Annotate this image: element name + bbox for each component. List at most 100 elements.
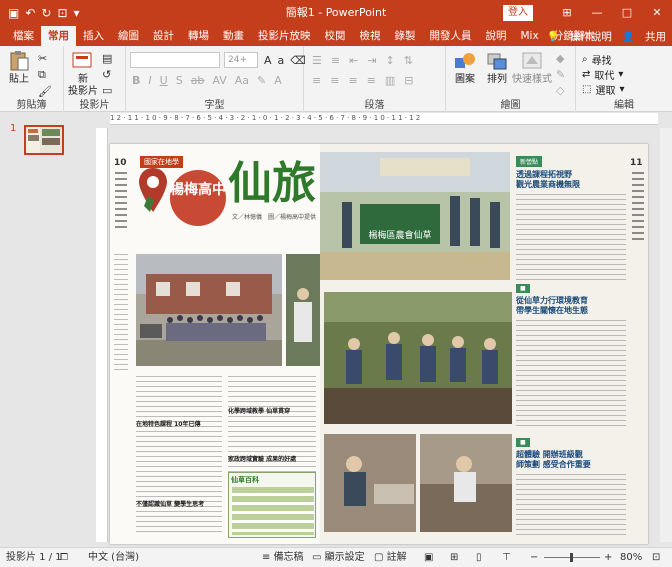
tab-7[interactable]: 投影片放映	[251, 26, 318, 46]
highlight-icon[interactable]: ✎	[257, 74, 266, 87]
zoom-slider-thumb[interactable]	[570, 553, 573, 562]
new-slide-button[interactable]: 新 投影片	[68, 50, 98, 98]
arrange-button[interactable]: 排列	[484, 50, 510, 86]
spellcheck-icon[interactable]: ⧠	[60, 548, 68, 567]
align-right-icon[interactable]: ≡	[348, 74, 357, 87]
share-button[interactable]: 共用	[645, 29, 666, 44]
undo-icon[interactable]: ↶	[25, 5, 35, 21]
school-name-circle: 楊梅高中	[170, 170, 226, 226]
shapes-icon	[455, 53, 475, 68]
tab-8[interactable]: 校閱	[318, 26, 353, 46]
tab-12[interactable]: 說明	[479, 26, 514, 46]
tab-6[interactable]: 動畫	[216, 26, 251, 46]
zoom-level[interactable]: 80%	[620, 548, 642, 567]
window-controls: ⊞ — □ ✕	[552, 0, 672, 26]
bold-icon[interactable]: B	[132, 74, 140, 87]
grow-font-icon[interactable]: A	[264, 54, 272, 67]
slideshow-icon[interactable]: ⊤	[502, 548, 511, 567]
tab-3[interactable]: 繪圖	[111, 26, 146, 46]
shapes-button[interactable]: 圖案	[452, 50, 478, 86]
slide-thumbnail[interactable]	[24, 125, 64, 155]
fit-slide-icon[interactable]: ⊡	[652, 548, 660, 567]
decrease-indent-icon[interactable]: ⇤	[349, 54, 358, 67]
cut-icon[interactable]: ✂	[38, 52, 52, 65]
shrink-font-icon[interactable]: a	[278, 54, 285, 67]
smartart-icon[interactable]: ⊟	[404, 74, 413, 87]
vertical-scrollbar[interactable]	[660, 128, 672, 542]
customize-qa-icon[interactable]: ▾	[74, 5, 80, 21]
search-icon: ⌕	[582, 54, 588, 65]
tab-1[interactable]: 常用	[41, 26, 76, 46]
align-left-icon[interactable]: ≡	[312, 74, 321, 87]
layout-icon[interactable]: ▤	[102, 52, 112, 65]
drawing-group: 圖案 排列 快速樣式 ◆ ✎ ◇ 繪圖	[446, 46, 576, 112]
bullets-icon[interactable]: ☰	[312, 54, 322, 67]
save-icon[interactable]: ▣	[8, 5, 19, 21]
display-settings-button[interactable]: ▭ 顯示設定	[312, 548, 365, 567]
tab-2[interactable]: 插入	[76, 26, 111, 46]
tell-me-button[interactable]: 操作說明	[570, 29, 612, 44]
italic-icon[interactable]: I	[148, 74, 151, 87]
quick-styles-button[interactable]: 快速樣式	[512, 50, 552, 86]
drawing-label: 繪圖	[500, 100, 521, 111]
login-button[interactable]: 登入	[503, 5, 533, 21]
group-photo-left	[136, 254, 282, 366]
section-heading-2: 化學跨域教學 仙草貫穿	[228, 408, 291, 415]
shape-outline-icon[interactable]: ✎	[556, 68, 565, 81]
slide-canvas[interactable]: 10 國家在地學 楊梅高中 仙旅 文／林憶儀 圖／楊梅高中提供 在地特色課程 1…	[110, 144, 648, 544]
right-headline-3: 超體驗 開辦班級觀 師策劃 感受合作重要	[516, 450, 591, 469]
thumbnail-preview	[26, 127, 62, 153]
section-heading-5: 不僅認識仙草 變學生思考	[136, 501, 205, 508]
maximize-icon[interactable]: □	[612, 0, 642, 26]
redo-icon[interactable]: ↻	[41, 5, 51, 21]
numbering-icon[interactable]: ≡	[331, 54, 340, 67]
justify-icon[interactable]: ≡	[367, 74, 376, 87]
shape-fill-icon[interactable]: ◆	[556, 52, 565, 65]
spacing-icon[interactable]: AV	[212, 74, 226, 87]
select-button[interactable]: ⬚ 選取 ▾	[582, 82, 624, 97]
location-pin-icon	[139, 168, 167, 212]
tab-13[interactable]: Mix	[514, 26, 546, 46]
tab-10[interactable]: 錄製	[388, 26, 423, 46]
increase-indent-icon[interactable]: ⇥	[367, 54, 376, 67]
shadow-icon[interactable]: S	[176, 74, 183, 87]
headline: 仙旅	[228, 158, 316, 209]
minimize-icon[interactable]: —	[582, 0, 612, 26]
clipboard-icon	[10, 51, 29, 71]
tab-0[interactable]: 檔案	[6, 26, 41, 46]
tab-4[interactable]: 設計	[146, 26, 181, 46]
replace-button[interactable]: ⇄ 取代 ▾	[582, 67, 623, 82]
paste-button[interactable]: 貼上	[6, 50, 32, 86]
normal-view-icon[interactable]: ▣	[424, 548, 433, 567]
find-button[interactable]: ⌕ 尋找	[582, 52, 612, 67]
font-name-combo[interactable]	[130, 52, 220, 68]
present-icon[interactable]: ⊡	[57, 5, 67, 21]
zoom-in-icon[interactable]: +	[604, 548, 612, 567]
zoom-out-icon[interactable]: −	[530, 548, 538, 567]
close-icon[interactable]: ✕	[642, 0, 672, 26]
ribbon-display-icon[interactable]: ⊞	[552, 0, 582, 26]
columns-icon[interactable]: ▥	[385, 74, 395, 87]
tab-5[interactable]: 轉場	[181, 26, 216, 46]
strike-icon[interactable]: ab	[191, 74, 205, 87]
slides-group: 新 投影片 ▤ ↺ ▭ 投影片	[64, 46, 126, 112]
editing-group: ⌕ 尋找 ⇄ 取代 ▾ ⬚ 選取 ▾ 編輯	[576, 46, 672, 112]
zoom-slider[interactable]	[544, 548, 600, 567]
slide-sorter-icon[interactable]: ⊞	[450, 548, 458, 567]
reading-view-icon[interactable]: ▯	[476, 548, 482, 567]
tab-9[interactable]: 檢視	[353, 26, 388, 46]
new-slide-icon	[72, 52, 92, 68]
line-spacing-icon[interactable]: ↕	[386, 54, 395, 67]
copy-icon[interactable]: ⧉	[38, 68, 52, 82]
tab-11[interactable]: 開發人員	[423, 26, 479, 46]
language-status[interactable]: 中文 (台灣)	[88, 548, 139, 567]
comments-button[interactable]: ▢ 註解	[374, 548, 407, 567]
text-direction-icon[interactable]: ⇅	[404, 54, 413, 67]
font-color-icon[interactable]: A	[274, 74, 282, 87]
reset-icon[interactable]: ↺	[102, 68, 112, 81]
align-center-icon[interactable]: ≡	[330, 74, 339, 87]
font-size-combo[interactable]: 24+	[224, 52, 258, 68]
case-icon[interactable]: Aa	[235, 74, 249, 87]
underline-icon[interactable]: U	[160, 74, 168, 87]
notes-button[interactable]: ≡ 備忘稿	[262, 548, 304, 567]
